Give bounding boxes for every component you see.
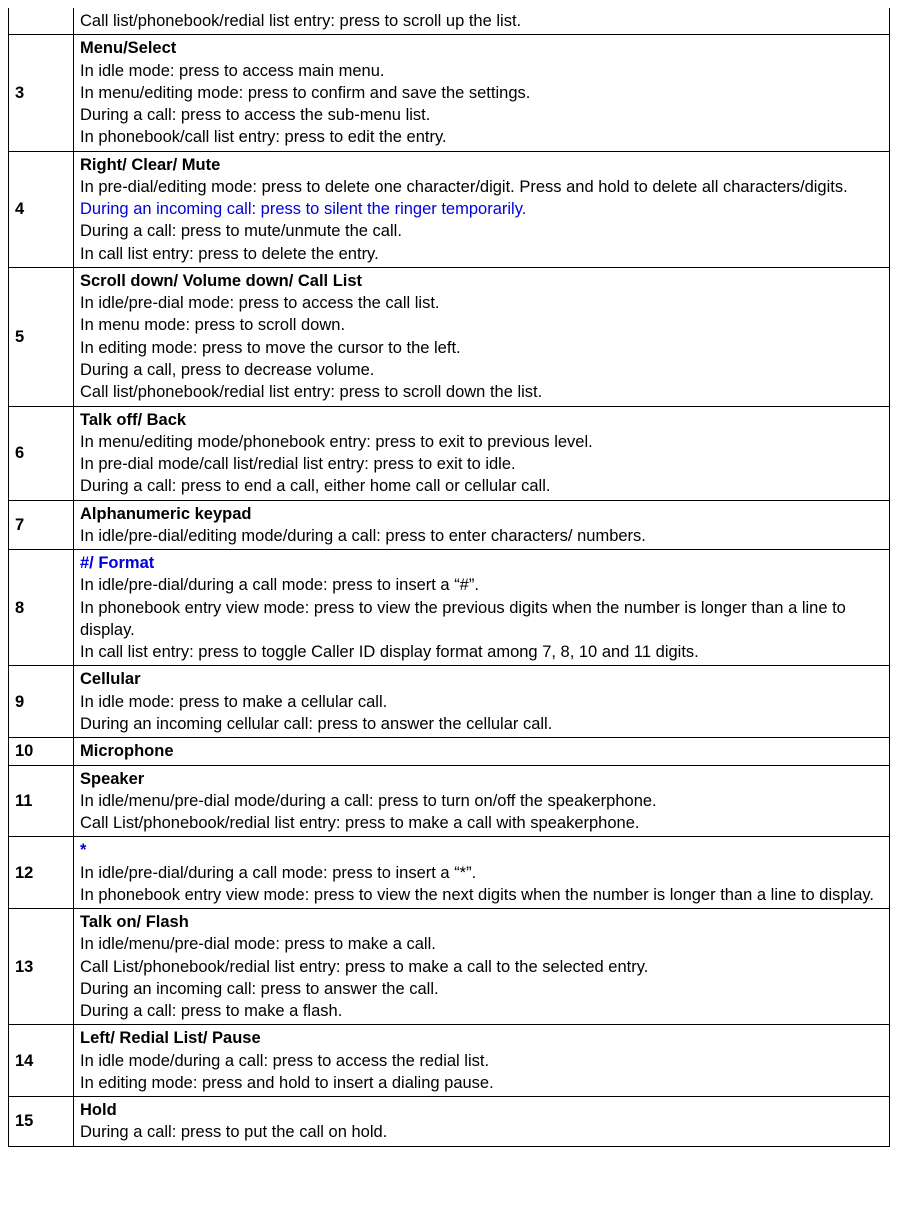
entry-text: In idle/pre-dial/during a call mode: pre… xyxy=(80,574,883,596)
table-row: 14Left/ Redial List/ PauseIn idle mode/d… xyxy=(9,1025,890,1097)
entry-text: In idle mode: press to make a cellular c… xyxy=(80,691,883,713)
entry-text: In menu mode: press to scroll down. xyxy=(80,314,883,336)
table-row: 4Right/ Clear/ MuteIn pre-dial/editing m… xyxy=(9,151,890,267)
entry-text: In call list entry: press to toggle Call… xyxy=(80,641,883,663)
entry-title: #/ Format xyxy=(80,552,883,574)
table-row: 6Talk off/ BackIn menu/editing mode/phon… xyxy=(9,406,890,500)
row-number: 15 xyxy=(9,1097,74,1147)
table-row: 12*In idle/pre-dial/during a call mode: … xyxy=(9,837,890,909)
entry-text: Call list/phonebook/redial list entry: p… xyxy=(80,381,883,403)
entry-text: During a call: press to access the sub-m… xyxy=(80,104,883,126)
row-description: Talk off/ BackIn menu/editing mode/phone… xyxy=(74,406,890,500)
entry-text: During an incoming cellular call: press … xyxy=(80,713,883,735)
entry-title: Menu/Select xyxy=(80,37,883,59)
table-row: 13Talk on/ FlashIn idle/menu/pre-dial mo… xyxy=(9,909,890,1025)
entry-text: In menu/editing mode/phonebook entry: pr… xyxy=(80,431,883,453)
row-number: 5 xyxy=(9,267,74,406)
entry-text: During a call, press to decrease volume. xyxy=(80,359,883,381)
entry-title: Talk on/ Flash xyxy=(80,911,883,933)
entry-title: Speaker xyxy=(80,768,883,790)
row-description: #/ FormatIn idle/pre-dial/during a call … xyxy=(74,550,890,666)
table-row: 7Alphanumeric keypadIn idle/pre-dial/edi… xyxy=(9,500,890,550)
row-description: Left/ Redial List/ PauseIn idle mode/dur… xyxy=(74,1025,890,1097)
row-number: 6 xyxy=(9,406,74,500)
entry-text: In phonebook entry view mode: press to v… xyxy=(80,884,883,906)
row-description: Talk on/ FlashIn idle/menu/pre-dial mode… xyxy=(74,909,890,1025)
row-description: Right/ Clear/ MuteIn pre-dial/editing mo… xyxy=(74,151,890,267)
row-description: Alphanumeric keypadIn idle/pre-dial/edit… xyxy=(74,500,890,550)
row-description: Call list/phonebook/redial list entry: p… xyxy=(74,8,890,35)
entry-text: In idle mode/during a call: press to acc… xyxy=(80,1050,883,1072)
entry-text: During a call: press to make a flash. xyxy=(80,1000,883,1022)
entry-text: In idle mode: press to access main menu. xyxy=(80,60,883,82)
entry-text: In menu/editing mode: press to confirm a… xyxy=(80,82,883,104)
row-number: 4 xyxy=(9,151,74,267)
entry-text: In pre-dial/editing mode: press to delet… xyxy=(80,176,883,198)
entry-text: Call List/phonebook/redial list entry: p… xyxy=(80,956,883,978)
entry-title: Left/ Redial List/ Pause xyxy=(80,1027,883,1049)
entry-text: During an incoming call: press to answer… xyxy=(80,978,883,1000)
entry-text: Call list/phonebook/redial list entry: p… xyxy=(80,10,883,32)
entry-text: During a call: press to put the call on … xyxy=(80,1121,883,1143)
entry-text: In phonebook/call list entry: press to e… xyxy=(80,126,883,148)
row-description: Microphone xyxy=(74,738,890,765)
row-number: 9 xyxy=(9,666,74,738)
entry-title: Cellular xyxy=(80,668,883,690)
entry-text: During a call: press to mute/unmute the … xyxy=(80,220,883,242)
entry-text: In pre-dial mode/call list/redial list e… xyxy=(80,453,883,475)
table-row: 11SpeakerIn idle/menu/pre-dial mode/duri… xyxy=(9,765,890,837)
row-number: 7 xyxy=(9,500,74,550)
table-body: Call list/phonebook/redial list entry: p… xyxy=(9,8,890,1146)
row-number: 8 xyxy=(9,550,74,666)
entry-title: Talk off/ Back xyxy=(80,409,883,431)
entry-title: Scroll down/ Volume down/ Call List xyxy=(80,270,883,292)
table-row: 8#/ FormatIn idle/pre-dial/during a call… xyxy=(9,550,890,666)
table-row: 10 Microphone xyxy=(9,738,890,765)
table-row: 15HoldDuring a call: press to put the ca… xyxy=(9,1097,890,1147)
row-description: Menu/SelectIn idle mode: press to access… xyxy=(74,35,890,151)
table-row: Call list/phonebook/redial list entry: p… xyxy=(9,8,890,35)
row-description: Scroll down/ Volume down/ Call ListIn id… xyxy=(74,267,890,406)
row-number: 11 xyxy=(9,765,74,837)
row-number xyxy=(9,8,74,35)
row-description: *In idle/pre-dial/during a call mode: pr… xyxy=(74,837,890,909)
row-number: 12 xyxy=(9,837,74,909)
entry-title: Alphanumeric keypad xyxy=(80,503,883,525)
table-row: 3Menu/SelectIn idle mode: press to acces… xyxy=(9,35,890,151)
entry-text: Call List/phonebook/redial list entry: p… xyxy=(80,812,883,834)
entry-text: During a call: press to end a call, eith… xyxy=(80,475,883,497)
entry-title: Microphone xyxy=(80,740,883,762)
entry-title: Right/ Clear/ Mute xyxy=(80,154,883,176)
key-descriptions-table: Call list/phonebook/redial list entry: p… xyxy=(8,8,890,1147)
row-number: 10 xyxy=(9,738,74,765)
entry-text: In call list entry: press to delete the … xyxy=(80,243,883,265)
table-row: 5Scroll down/ Volume down/ Call ListIn i… xyxy=(9,267,890,406)
entry-text: In idle/pre-dial/editing mode/during a c… xyxy=(80,525,883,547)
entry-text: In idle/menu/pre-dial mode: press to mak… xyxy=(80,933,883,955)
row-number: 14 xyxy=(9,1025,74,1097)
row-description: HoldDuring a call: press to put the call… xyxy=(74,1097,890,1147)
row-description: CellularIn idle mode: press to make a ce… xyxy=(74,666,890,738)
row-number: 3 xyxy=(9,35,74,151)
entry-title: Hold xyxy=(80,1099,883,1121)
row-description: SpeakerIn idle/menu/pre-dial mode/during… xyxy=(74,765,890,837)
entry-text: During an incoming call: press to silent… xyxy=(80,198,883,220)
entry-text: In phonebook entry view mode: press to v… xyxy=(80,597,883,642)
entry-text: In idle/menu/pre-dial mode/during a call… xyxy=(80,790,883,812)
entry-text: In idle/pre-dial/during a call mode: pre… xyxy=(80,862,883,884)
entry-text: In idle/pre-dial mode: press to access t… xyxy=(80,292,883,314)
entry-text: In editing mode: press and hold to inser… xyxy=(80,1072,883,1094)
entry-text: In editing mode: press to move the curso… xyxy=(80,337,883,359)
entry-title: * xyxy=(80,839,883,861)
row-number: 13 xyxy=(9,909,74,1025)
table-row: 9CellularIn idle mode: press to make a c… xyxy=(9,666,890,738)
